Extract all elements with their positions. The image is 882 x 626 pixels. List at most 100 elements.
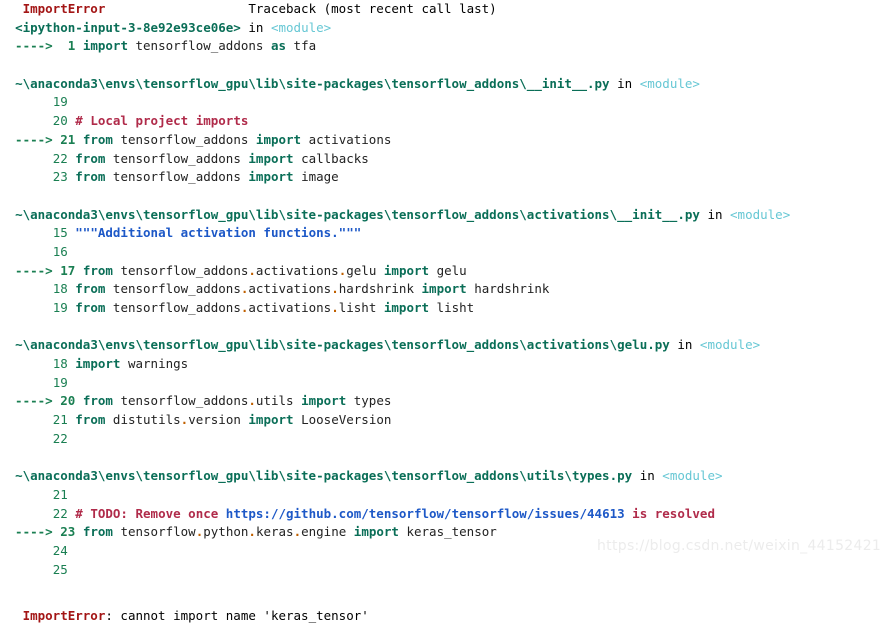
code-token: types (346, 393, 392, 409)
code-token: image (293, 169, 339, 185)
code-token: tensorflow_addons (112, 262, 249, 278)
frame-path: ~\anaconda3\envs\tensorflow_gpu\lib\site… (15, 337, 670, 353)
code-token: from (75, 412, 106, 428)
code-line: ----> 17 from tensorflow_addons.activati… (0, 262, 882, 281)
final-error: ImportError: cannot import name 'keras_t… (0, 607, 882, 626)
final-error-spacer (0, 598, 882, 607)
code-token: tensorflow_addons (105, 150, 249, 166)
code-token: warnings (120, 356, 189, 372)
code-token: tensorflow_addons (105, 169, 249, 185)
code-token: import (248, 412, 294, 428)
code-line: 19 (0, 93, 882, 112)
frame-location: ~\anaconda3\envs\tensorflow_gpu\lib\site… (0, 336, 882, 355)
line-number: 19 (52, 94, 68, 110)
code-token: hardshrink (338, 281, 422, 297)
code-token: https://github.com/tensorflow/tensorflow… (225, 505, 625, 521)
current-line-arrow: ----> (0, 524, 61, 540)
current-line-arrow: ----> (0, 38, 61, 54)
sep (75, 393, 83, 408)
line-number: 16 (52, 243, 68, 259)
code-line: 16 (0, 243, 882, 262)
exception-name: ImportError (0, 1, 106, 16)
frame-location: ~\anaconda3\envs\tensorflow_gpu\lib\site… (0, 75, 882, 94)
line-number: 23 (52, 169, 68, 185)
code-token: LooseVersion (293, 412, 392, 428)
line-number: 21 (52, 486, 68, 502)
code-token: import (82, 38, 128, 54)
code-token: tfa (286, 38, 317, 54)
line-number: 25 (52, 561, 68, 577)
code-line: 22 from tensorflow_addons import callbac… (0, 150, 882, 169)
sep (75, 132, 83, 147)
line-number: 22 (52, 430, 68, 446)
line-number: 18 (52, 281, 68, 297)
code-token: engine (301, 524, 354, 540)
code-line: 22 # TODO: Remove once https://github.co… (0, 505, 882, 524)
code-line: 18 from tensorflow_addons.activations.ha… (0, 280, 882, 299)
code-token: callbacks (293, 150, 369, 166)
exception-header: ImportError Traceback (most recent call … (0, 0, 882, 19)
frame-scope: <module> (730, 206, 791, 222)
code-token: python (203, 524, 249, 540)
sep (68, 375, 76, 390)
frame-location: ~\anaconda3\envs\tensorflow_gpu\lib\site… (0, 206, 882, 225)
line-number: 23 (60, 524, 76, 540)
frame-separator (0, 579, 882, 598)
sep (75, 524, 83, 539)
code-line: ----> 21 from tensorflow_addons import a… (0, 131, 882, 150)
code-token: # TODO: Remove once (75, 505, 226, 521)
final-error-name: ImportError (22, 608, 106, 623)
code-token: utils (255, 393, 302, 409)
code-line: 15 """Additional activation functions.""… (0, 224, 882, 243)
sep (68, 431, 76, 446)
sep (68, 487, 76, 502)
final-error-message: : cannot import name 'keras_tensor' (105, 608, 369, 623)
code-line: 18 import warnings (0, 355, 882, 374)
code-token: import (383, 300, 430, 315)
code-token: . (293, 524, 302, 540)
code-token: tensorflow_addons (112, 393, 249, 409)
sep (263, 20, 271, 35)
frame-location: ~\anaconda3\envs\tensorflow_gpu\lib\site… (0, 467, 882, 486)
code-token: from (82, 262, 113, 278)
code-token: . (248, 524, 256, 540)
line-number: 19 (52, 374, 68, 390)
code-line: ----> 1 import tensorflow_addons as tfa (0, 37, 882, 56)
sep (692, 337, 700, 352)
code-token: activations (301, 131, 392, 147)
sep (75, 263, 83, 278)
line-number: 20 (60, 393, 76, 409)
code-token: . (248, 262, 256, 278)
code-token: from (82, 393, 113, 409)
code-token: from (75, 169, 106, 185)
in-keyword: in (677, 337, 693, 353)
line-number: 20 (52, 113, 68, 129)
frame-separator (0, 449, 882, 468)
code-token: hardshrink (466, 281, 550, 297)
frame-separator (0, 318, 882, 337)
code-token: from (82, 524, 113, 540)
line-number: 19 (52, 300, 68, 315)
code-token: tensorflow (112, 524, 196, 540)
code-line: 22 (0, 430, 882, 449)
code-token: tensorflow_addons (105, 300, 241, 315)
in-keyword: in (617, 75, 633, 91)
line-number: 22 (52, 505, 68, 521)
line-number: 1 (60, 38, 76, 54)
current-line-arrow: ----> (0, 131, 61, 147)
traceback-label: Traceback (most recent call last) (248, 1, 497, 16)
code-token: distutils (105, 412, 181, 428)
code-token: import (383, 262, 430, 278)
